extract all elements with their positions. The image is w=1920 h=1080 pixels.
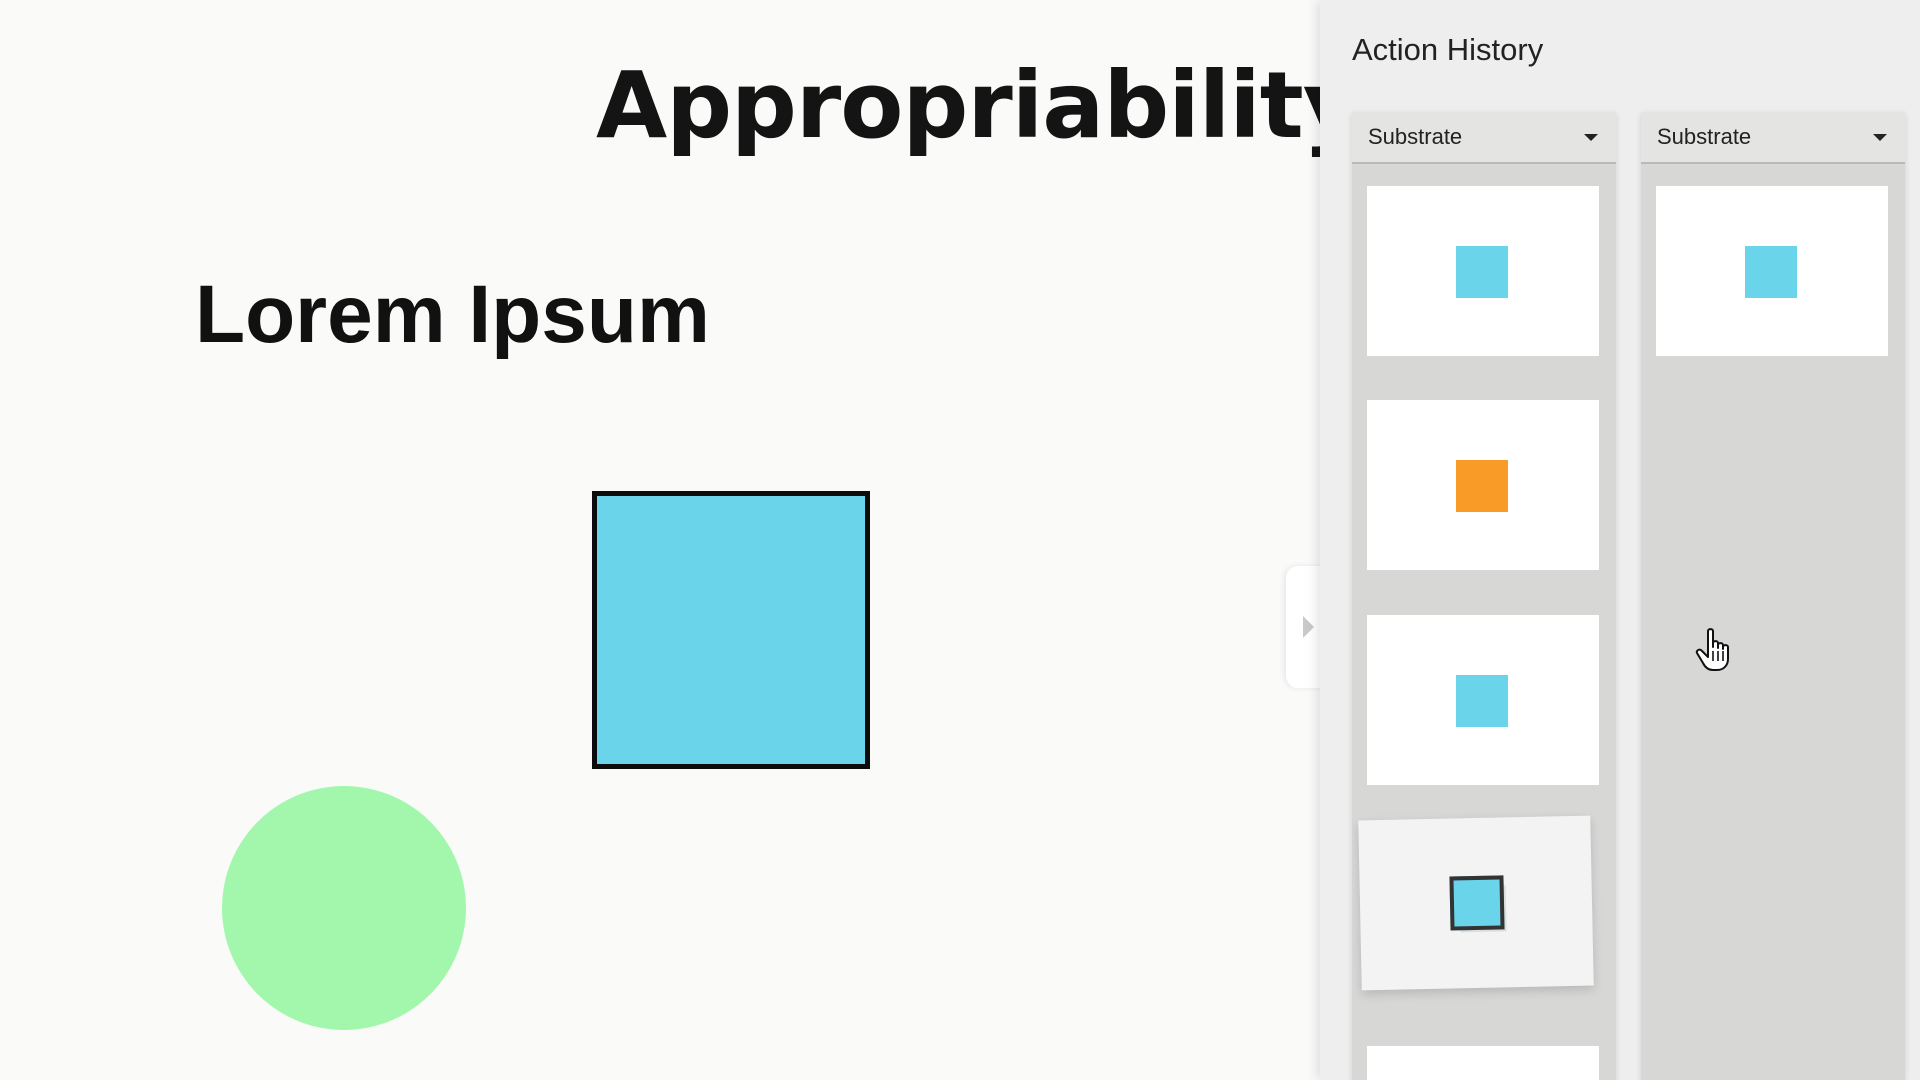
- substrate-dropdown[interactable]: Substrate: [1352, 112, 1616, 164]
- hand-pointer-icon: [1695, 628, 1729, 671]
- history-card[interactable]: [1367, 1046, 1599, 1080]
- chevron-right-icon: [1302, 616, 1314, 638]
- dropdown-label: Substrate: [1368, 124, 1463, 149]
- history-card-dragging[interactable]: [1358, 815, 1594, 991]
- history-card[interactable]: [1367, 400, 1599, 570]
- caret-down-icon: [1873, 133, 1887, 141]
- history-card[interactable]: [1656, 186, 1888, 356]
- canvas-heading[interactable]: Lorem Ipsum: [195, 268, 710, 362]
- substrate-dropdown[interactable]: Substrate: [1641, 112, 1905, 164]
- panel-title: Action History: [1352, 32, 1544, 67]
- canvas[interactable]: Appropriability Lorem Ipsum: [0, 0, 1363, 1080]
- caret-down-icon: [1584, 133, 1598, 141]
- history-column-left[interactable]: Substrate: [1352, 112, 1616, 1080]
- blue-square-thumbnail: [1456, 246, 1508, 298]
- blue-square-thumbnail: [1456, 675, 1508, 727]
- green-circle-shape[interactable]: [222, 786, 466, 1030]
- history-card[interactable]: [1367, 615, 1599, 785]
- action-history-panel: Action History Substrate Substrate: [1320, 0, 1920, 1080]
- history-card[interactable]: [1367, 186, 1599, 356]
- history-column-right[interactable]: Substrate: [1641, 112, 1905, 1080]
- dropdown-label: Substrate: [1657, 124, 1752, 149]
- collapse-panel-button[interactable]: [1286, 566, 1324, 688]
- page-title: Appropriability: [596, 52, 1363, 159]
- orange-square-thumbnail: [1456, 460, 1508, 512]
- blue-square-thumbnail: [1745, 246, 1797, 298]
- blue-square-shape[interactable]: [592, 491, 870, 769]
- outlined-square-thumbnail: [1449, 875, 1505, 931]
